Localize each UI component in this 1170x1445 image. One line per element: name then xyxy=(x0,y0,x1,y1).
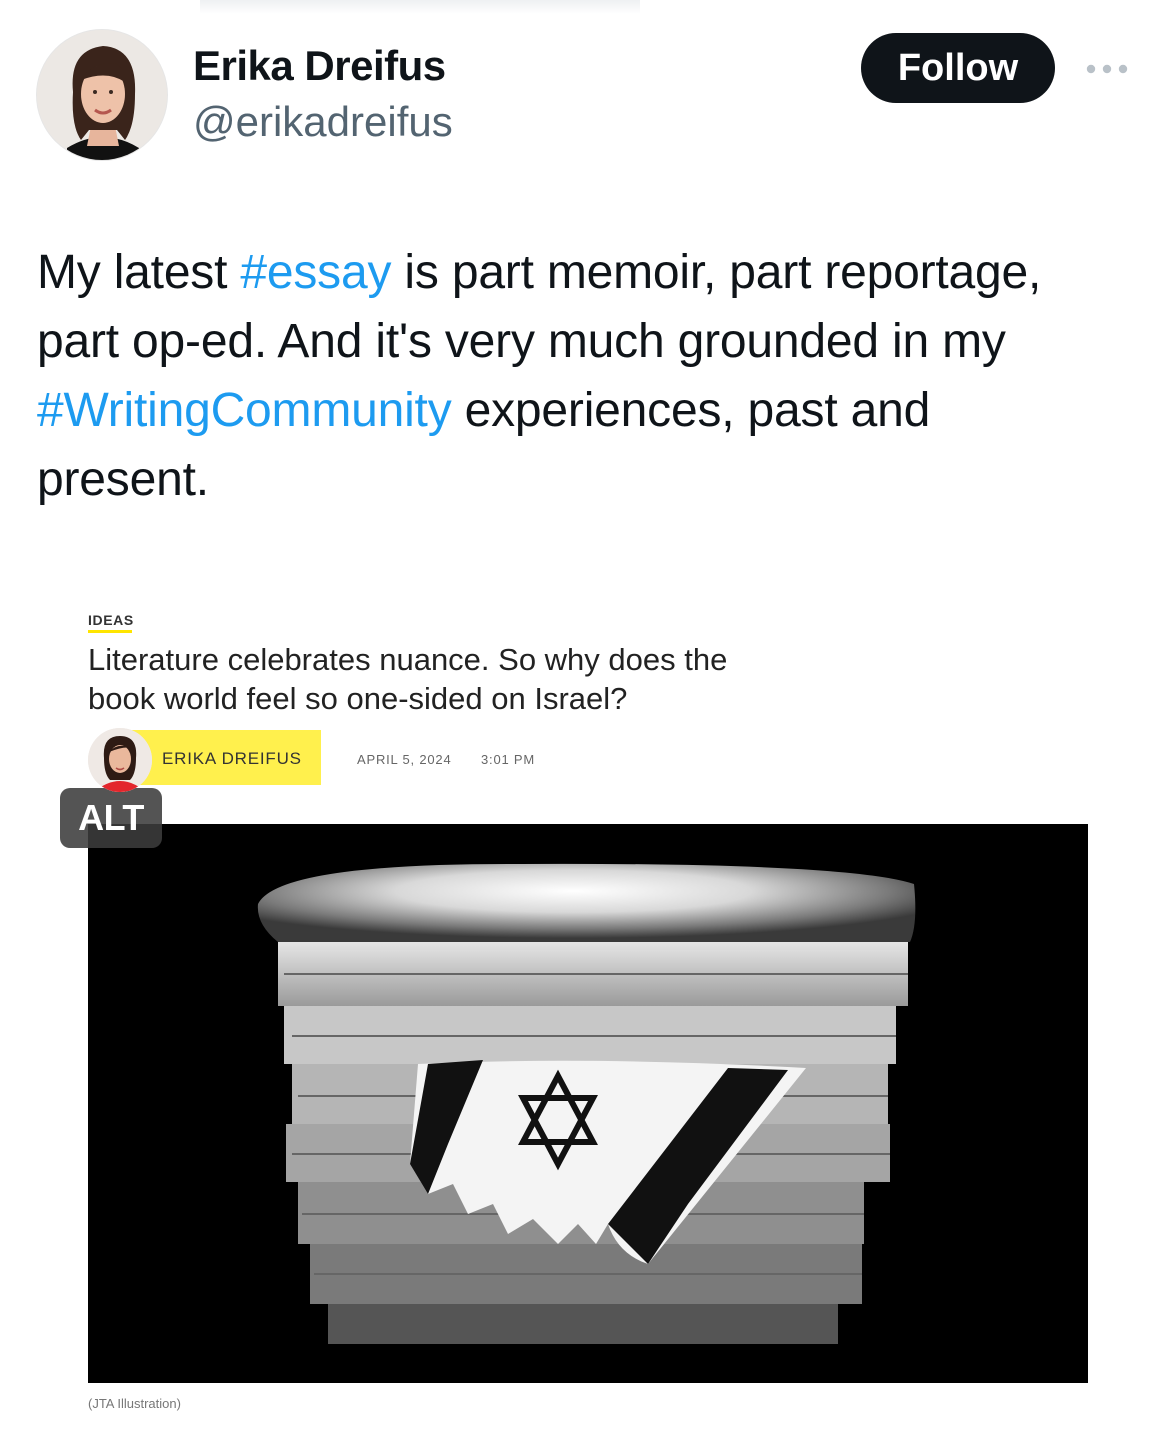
avatar[interactable] xyxy=(36,29,168,161)
more-horizontal-icon xyxy=(1086,64,1128,74)
avatar-portrait xyxy=(37,30,167,160)
more-options-button[interactable] xyxy=(1082,52,1132,86)
tweet-line: #WritingCommunity experiences, past and xyxy=(37,376,1147,445)
tweet-text-segment: is part memoir, part reportage, xyxy=(391,246,1042,299)
kicker-underline xyxy=(88,630,132,633)
article-date: APRIL 5, 2024 xyxy=(357,752,452,767)
top-fade xyxy=(200,0,640,14)
article-headline: Literature celebrates nuance. So why doe… xyxy=(88,640,848,718)
display-name[interactable]: Erika Dreifus xyxy=(193,42,446,90)
article-photo xyxy=(88,824,1088,1383)
alt-text-badge[interactable]: ALT xyxy=(60,788,162,848)
hashtag-link[interactable]: #essay xyxy=(240,246,391,299)
follow-button[interactable]: Follow xyxy=(861,33,1055,103)
attached-image[interactable]: IDEAS Literature celebrates nuance. So w… xyxy=(0,560,1170,1445)
headline-line: book world feel so one-sided on Israel? xyxy=(88,681,628,716)
photo-caption: (JTA Illustration) xyxy=(88,1396,181,1411)
article-time: 3:01 PM xyxy=(481,752,536,767)
headline-line: Literature celebrates nuance. So why doe… xyxy=(88,642,728,677)
tweet-line: part op-ed. And it's very much grounded … xyxy=(37,307,1147,376)
user-handle[interactable]: @erikadreifus xyxy=(193,98,453,146)
tweet-text-segment: My latest xyxy=(37,246,241,299)
hashtag-link[interactable]: #WritingCommunity xyxy=(37,384,452,437)
tweet-line: present. xyxy=(37,445,1147,514)
tweet-text-segment: experiences, past and xyxy=(451,384,931,437)
tweet-line: My latest #essay is part memoir, part re… xyxy=(37,238,1147,307)
byline-author: ERIKA DREIFUS xyxy=(162,749,302,768)
article-kicker: IDEAS xyxy=(88,612,134,628)
tweet-text: My latest #essay is part memoir, part re… xyxy=(37,238,1147,514)
tweet-text-segment: part op-ed. And it's very much grounded … xyxy=(37,315,1006,368)
tweet-text-segment: present. xyxy=(37,453,209,506)
byline-avatar xyxy=(88,728,152,792)
